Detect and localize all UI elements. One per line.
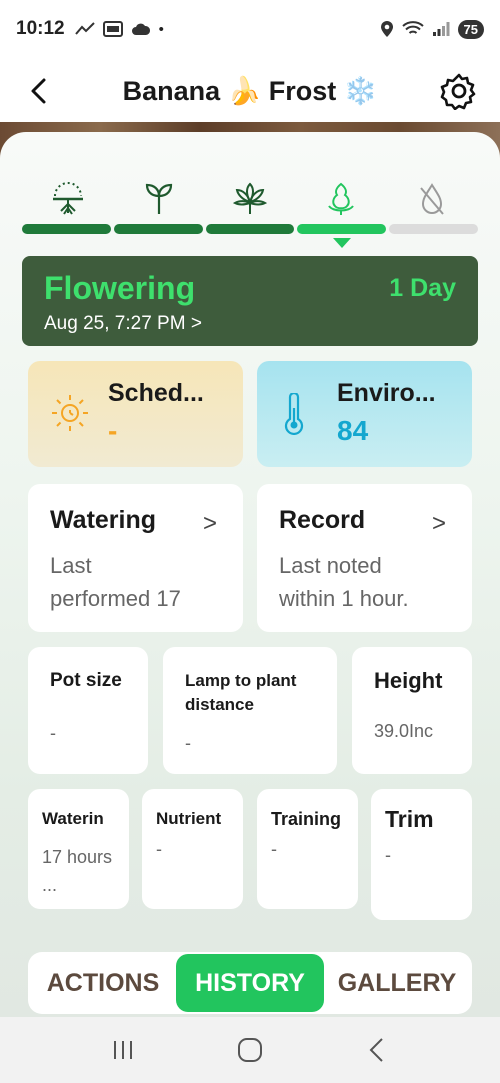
home-icon — [237, 1038, 262, 1062]
home-button[interactable] — [230, 1030, 270, 1070]
plant-detail-sheet: Flowering 1 Day Aug 25, 7:27 PM > Sched.… — [0, 132, 500, 1017]
stage-icons-row — [22, 182, 478, 216]
seedling-icon — [145, 183, 172, 214]
stage-seedling[interactable] — [113, 182, 204, 216]
vegetative-leaf-icon — [232, 182, 267, 214]
nutrient-value: - — [156, 839, 162, 859]
watering-subtitle-line1: Last — [50, 553, 92, 578]
cell-signal-icon — [432, 22, 450, 36]
watering-title: Watering — [50, 506, 157, 534]
stage-bar-1 — [22, 224, 111, 234]
current-stage-pointer-icon — [333, 238, 351, 248]
environment-title: Enviro... — [337, 379, 436, 407]
sun-icon — [52, 395, 88, 431]
dot-icon: • — [158, 20, 164, 38]
schedule-title: Sched... — [108, 379, 204, 407]
trim-value: - — [385, 845, 391, 865]
current-stage-card[interactable]: Flowering 1 Day Aug 25, 7:27 PM > — [22, 256, 478, 346]
height-title: Height — [374, 668, 443, 693]
record-subtitle: Last noted within 1 hour. — [279, 549, 450, 615]
stage-days: 1 Day — [389, 274, 456, 302]
watering-subtitle: Last performed 17 — [50, 549, 221, 615]
battery-icon: 75 — [457, 19, 484, 39]
environment-value: 84 — [337, 415, 369, 446]
stage-flowering[interactable] — [295, 182, 386, 216]
stage-date: Aug 25, 7:27 PM > — [44, 313, 202, 334]
lamp-distance-value: - — [185, 733, 191, 753]
gear-icon[interactable] — [440, 72, 478, 110]
recent-apps-icon — [114, 1041, 133, 1059]
bottom-tabs: ACTIONS HISTORY GALLERY — [28, 952, 472, 1014]
lamp-distance-title: Lamp to plant distance — [185, 671, 297, 714]
roots-icon — [52, 182, 83, 215]
trim-card[interactable]: Trim - — [371, 789, 472, 920]
thermometer-icon — [284, 393, 304, 435]
location-icon — [380, 21, 393, 37]
page-title: Banana 🍌 Frost ❄️ — [122, 76, 378, 106]
pot-size-card[interactable]: Pot size - — [28, 647, 148, 774]
trim-title: Trim — [385, 806, 434, 832]
wifi-icon — [401, 21, 424, 34]
pot-size-value: - — [50, 723, 56, 743]
status-bar: 10:12 • 75 — [0, 0, 500, 58]
height-card[interactable]: Height 39.0Inc — [352, 647, 472, 774]
stage-germination[interactable] — [22, 182, 113, 216]
stage-bar-5 — [389, 224, 478, 234]
flowering-bud-icon — [327, 182, 354, 215]
app-header: Banana 🍌 Frost ❄️ — [0, 58, 500, 124]
training-value: - — [271, 839, 277, 859]
watering-interval-card[interactable]: Waterin 17 hours ... — [28, 789, 129, 909]
watering-subtitle-line2: performed 17 — [50, 586, 181, 611]
back-arrow-icon[interactable] — [22, 74, 56, 108]
back-nav-icon — [369, 1038, 383, 1062]
record-subtitle-line1: Last noted — [279, 553, 382, 578]
recent-apps-button[interactable] — [103, 1030, 143, 1070]
back-button[interactable] — [357, 1030, 397, 1070]
lamp-distance-card[interactable]: Lamp to plant distance - — [163, 647, 337, 774]
watering-interval-value: 17 hours ... — [42, 847, 113, 895]
record-card[interactable]: Record > Last noted within 1 hour. — [257, 484, 472, 632]
height-value: 39.0Inc — [374, 721, 434, 741]
drying-icon — [419, 183, 444, 215]
notification-badge-icon — [102, 21, 123, 37]
cloud-icon — [131, 23, 150, 35]
tab-actions[interactable]: ACTIONS — [30, 954, 176, 1012]
schedule-value: - — [108, 415, 118, 446]
nutrient-title: Nutrient — [156, 809, 222, 828]
stage-progress-bar — [22, 224, 478, 234]
status-time: 10:12 — [16, 18, 65, 39]
trend-icon — [74, 22, 95, 35]
nutrient-card[interactable]: Nutrient - — [142, 789, 243, 909]
record-title: Record — [279, 506, 366, 534]
stage-vegetative[interactable] — [204, 182, 295, 216]
record-subtitle-line2: within 1 hour. — [279, 586, 409, 611]
tab-history[interactable]: HISTORY — [176, 954, 324, 1012]
watering-interval-title: Waterin — [42, 809, 104, 828]
chevron-right-icon: > — [431, 510, 446, 537]
pot-size-title: Pot size — [50, 670, 122, 691]
chevron-right-icon: > — [202, 510, 217, 537]
training-title: Training — [271, 809, 342, 829]
environment-card[interactable]: Enviro... 84 — [257, 361, 472, 467]
tab-gallery[interactable]: GALLERY — [324, 954, 470, 1012]
stage-drying[interactable] — [386, 182, 477, 216]
watering-card[interactable]: Watering > Last performed 17 — [28, 484, 243, 632]
stage-bar-3 — [205, 224, 295, 234]
training-card[interactable]: Training - — [257, 789, 358, 909]
schedule-card[interactable]: Sched... - — [28, 361, 243, 467]
system-nav-bar — [0, 1017, 500, 1083]
stage-bar-2 — [113, 224, 203, 234]
stage-bar-4 — [297, 224, 387, 234]
